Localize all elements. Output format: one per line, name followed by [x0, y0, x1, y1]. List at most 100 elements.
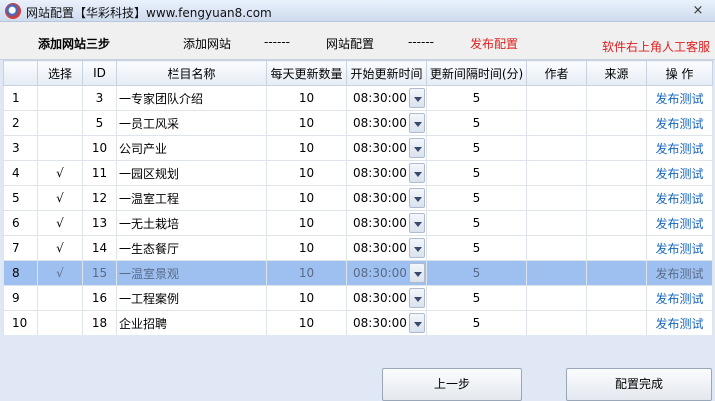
publish-test-link[interactable]: 发布测试 [646, 110, 713, 136]
start-time-select[interactable]: 08:30:00 [346, 235, 427, 261]
chevron-down-icon[interactable] [409, 88, 425, 108]
start-time-select[interactable]: 08:30:00 [346, 160, 427, 186]
start-time-select[interactable]: 08:30:00 [346, 210, 427, 236]
publish-test-link[interactable]: 发布测试 [646, 85, 713, 111]
author-cell[interactable] [526, 260, 587, 286]
interval-cell[interactable]: 5 [426, 310, 527, 336]
table-row[interactable]: 7 √ 14 一生态餐厅 10 08:30:00 5 发布测试 [3, 235, 713, 261]
daily-count-cell[interactable]: 10 [266, 260, 347, 286]
select-checkbox-cell[interactable] [37, 285, 83, 311]
source-cell[interactable] [586, 260, 647, 286]
author-cell[interactable] [526, 160, 587, 186]
author-cell[interactable] [526, 185, 587, 211]
chevron-down-icon[interactable] [409, 188, 425, 208]
source-cell[interactable] [586, 110, 647, 136]
source-cell[interactable] [586, 85, 647, 111]
source-cell[interactable] [586, 160, 647, 186]
table-row[interactable]: 9 16 一工程案例 10 08:30:00 5 发布测试 [3, 285, 713, 311]
interval-cell[interactable]: 5 [426, 135, 527, 161]
select-checkbox-cell[interactable]: √ [37, 260, 83, 286]
source-cell[interactable] [586, 285, 647, 311]
select-checkbox-cell[interactable]: √ [37, 160, 83, 186]
author-cell[interactable] [526, 210, 587, 236]
interval-cell[interactable]: 5 [426, 160, 527, 186]
daily-count-cell[interactable]: 10 [266, 310, 347, 336]
table-row[interactable]: 5 √ 12 一温室工程 10 08:30:00 5 发布测试 [3, 185, 713, 211]
select-checkbox-cell[interactable]: √ [37, 235, 83, 261]
chevron-down-icon[interactable] [409, 213, 425, 233]
interval-cell[interactable]: 5 [426, 260, 527, 286]
publish-test-link[interactable]: 发布测试 [646, 235, 713, 261]
start-time-select[interactable]: 08:30:00 [346, 285, 427, 311]
author-cell[interactable] [526, 85, 587, 111]
header-select[interactable]: 选择 [37, 60, 83, 86]
publish-test-link[interactable]: 发布测试 [646, 285, 713, 311]
daily-count-cell[interactable]: 10 [266, 285, 347, 311]
table-row[interactable]: 4 √ 11 一园区规划 10 08:30:00 5 发布测试 [3, 160, 713, 186]
interval-cell[interactable]: 5 [426, 185, 527, 211]
table-row[interactable]: 8 √ 15 一温室景观 10 08:30:00 5 发布测试 [3, 260, 713, 286]
header-author[interactable]: 作者 [526, 60, 587, 86]
chevron-down-icon[interactable] [409, 288, 425, 308]
publish-test-link[interactable]: 发布测试 [646, 160, 713, 186]
interval-cell[interactable]: 5 [426, 85, 527, 111]
select-checkbox-cell[interactable] [37, 85, 83, 111]
source-cell[interactable] [586, 210, 647, 236]
interval-cell[interactable]: 5 [426, 110, 527, 136]
author-cell[interactable] [526, 135, 587, 161]
daily-count-cell[interactable]: 10 [266, 160, 347, 186]
publish-test-link[interactable]: 发布测试 [646, 210, 713, 236]
select-checkbox-cell[interactable]: √ [37, 185, 83, 211]
header-id[interactable]: ID [82, 60, 117, 86]
source-cell[interactable] [586, 185, 647, 211]
previous-step-button[interactable]: 上一步 [382, 368, 522, 401]
daily-count-cell[interactable]: 10 [266, 185, 347, 211]
chevron-down-icon[interactable] [409, 263, 425, 283]
table-row[interactable]: 1 3 一专家团队介绍 10 08:30:00 5 发布测试 [3, 85, 713, 111]
select-checkbox-cell[interactable] [37, 110, 83, 136]
author-cell[interactable] [526, 235, 587, 261]
header-source[interactable]: 来源 [586, 60, 647, 86]
author-cell[interactable] [526, 110, 587, 136]
table-row[interactable]: 2 5 一员工风采 10 08:30:00 5 发布测试 [3, 110, 713, 136]
chevron-down-icon[interactable] [409, 238, 425, 258]
chevron-down-icon[interactable] [409, 163, 425, 183]
start-time-select[interactable]: 08:30:00 [346, 135, 427, 161]
daily-count-cell[interactable]: 10 [266, 110, 347, 136]
daily-count-cell[interactable]: 10 [266, 210, 347, 236]
source-cell[interactable] [586, 135, 647, 161]
select-checkbox-cell[interactable] [37, 310, 83, 336]
publish-test-link[interactable]: 发布测试 [646, 260, 713, 286]
finish-config-button[interactable]: 配置完成 [566, 368, 712, 401]
header-column-name[interactable]: 栏目名称 [116, 60, 267, 86]
chevron-down-icon[interactable] [409, 138, 425, 158]
start-time-select[interactable]: 08:30:00 [346, 310, 427, 336]
start-time-select[interactable]: 08:30:00 [346, 85, 427, 111]
start-time-select[interactable]: 08:30:00 [346, 260, 427, 286]
interval-cell[interactable]: 5 [426, 235, 527, 261]
chevron-down-icon[interactable] [409, 313, 425, 333]
table-row[interactable]: 3 10 公司产业 10 08:30:00 5 发布测试 [3, 135, 713, 161]
header-start-time[interactable]: 开始更新时间 [346, 60, 427, 86]
select-checkbox-cell[interactable]: √ [37, 210, 83, 236]
header-interval[interactable]: 更新间隔时间(分) [426, 60, 527, 86]
daily-count-cell[interactable]: 10 [266, 135, 347, 161]
source-cell[interactable] [586, 235, 647, 261]
source-cell[interactable] [586, 310, 647, 336]
author-cell[interactable] [526, 285, 587, 311]
start-time-select[interactable]: 08:30:00 [346, 185, 427, 211]
daily-count-cell[interactable]: 10 [266, 85, 347, 111]
interval-cell[interactable]: 5 [426, 285, 527, 311]
chevron-down-icon[interactable] [409, 113, 425, 133]
start-time-select[interactable]: 08:30:00 [346, 110, 427, 136]
publish-test-link[interactable]: 发布测试 [646, 310, 713, 336]
daily-count-cell[interactable]: 10 [266, 235, 347, 261]
interval-cell[interactable]: 5 [426, 210, 527, 236]
publish-test-link[interactable]: 发布测试 [646, 135, 713, 161]
header-daily-count[interactable]: 每天更新数量 [266, 60, 347, 86]
publish-test-link[interactable]: 发布测试 [646, 185, 713, 211]
select-checkbox-cell[interactable] [37, 135, 83, 161]
table-row[interactable]: 6 √ 13 一无土栽培 10 08:30:00 5 发布测试 [3, 210, 713, 236]
table-row[interactable]: 10 18 企业招聘 10 08:30:00 5 发布测试 [3, 310, 713, 336]
author-cell[interactable] [526, 310, 587, 336]
